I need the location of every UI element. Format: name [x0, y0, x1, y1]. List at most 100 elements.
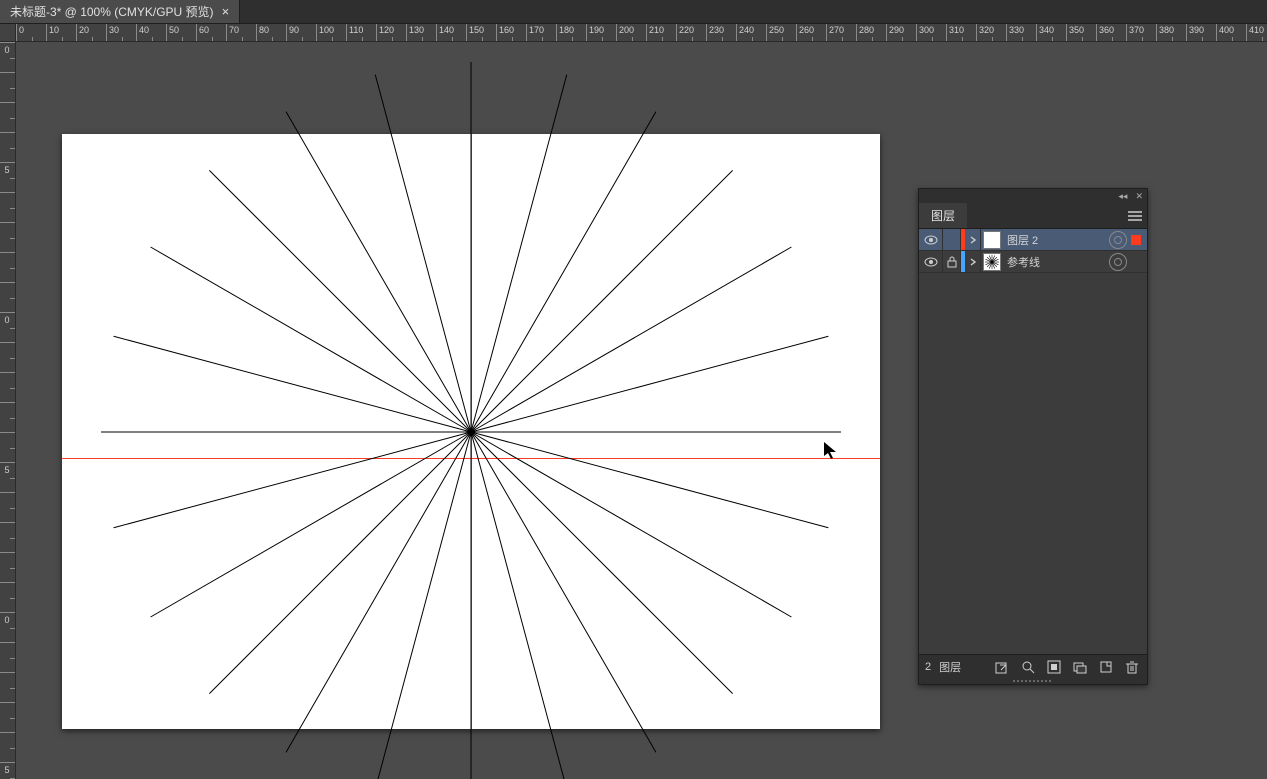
- ruler-tick: [0, 492, 15, 522]
- vertical-ruler[interactable]: 050505: [0, 42, 16, 779]
- ruler-tick: 230: [706, 24, 736, 42]
- ruler-tick: 20: [76, 24, 106, 42]
- ruler-tick: 290: [886, 24, 916, 42]
- ruler-tick: 370: [1126, 24, 1156, 42]
- panel-tab-row: 图层: [919, 203, 1147, 229]
- collapse-icon[interactable]: ◂◂: [1118, 191, 1127, 202]
- export-icon: [995, 660, 1009, 674]
- layer-name[interactable]: 图层 2: [1005, 232, 1109, 248]
- ruler-tick: 5: [0, 162, 15, 192]
- horizontal-ruler[interactable]: 0102030405060708090100110120130140150160…: [16, 24, 1267, 42]
- panel-status-bar: 2 图层: [919, 654, 1147, 678]
- trash-icon: [1125, 660, 1139, 674]
- sublayer-icon: [1073, 660, 1087, 674]
- ruler-tick: 190: [586, 24, 616, 42]
- ruler-tick: 220: [676, 24, 706, 42]
- target-icon[interactable]: [1109, 231, 1127, 249]
- ruler-tick: 10: [46, 24, 76, 42]
- document-tab[interactable]: 未标题-3* @ 100% (CMYK/GPU 预览) ×: [0, 0, 240, 23]
- panel-menu-button[interactable]: [1123, 203, 1147, 228]
- ruler-tick: 300: [916, 24, 946, 42]
- ruler-tick: 60: [196, 24, 226, 42]
- ruler-tick: 5: [0, 462, 15, 492]
- ruler-tick: 320: [976, 24, 1006, 42]
- layer-count-label: 图层: [939, 659, 961, 675]
- export-button[interactable]: [993, 658, 1011, 676]
- layer-row[interactable]: 图层 2: [919, 229, 1147, 251]
- ruler-tick: 90: [286, 24, 316, 42]
- panel-resize-grip[interactable]: [919, 678, 1147, 684]
- ruler-tick: 110: [346, 24, 376, 42]
- locate-button[interactable]: [1019, 658, 1037, 676]
- lock-toggle[interactable]: [943, 251, 961, 272]
- ruler-tick: [0, 192, 15, 222]
- disclosure-toggle[interactable]: [965, 229, 981, 250]
- ruler-tick: 380: [1156, 24, 1186, 42]
- ruler-tick: 180: [556, 24, 586, 42]
- ruler-tick: 240: [736, 24, 766, 42]
- ruler-tick: 280: [856, 24, 886, 42]
- layer-list[interactable]: 图层 2 参考线: [919, 229, 1147, 654]
- ruler-tick: 120: [376, 24, 406, 42]
- visibility-toggle[interactable]: [919, 251, 943, 272]
- ruler-tick: 340: [1036, 24, 1066, 42]
- layer-name[interactable]: 参考线: [1005, 254, 1109, 270]
- artwork-starburst[interactable]: [62, 134, 880, 729]
- ruler-tick: 40: [136, 24, 166, 42]
- ruler-tick: 210: [646, 24, 676, 42]
- disclosure-toggle[interactable]: [965, 251, 981, 272]
- ruler-tick: 200: [616, 24, 646, 42]
- lock-toggle[interactable]: [943, 229, 961, 250]
- ruler-tick: 350: [1066, 24, 1096, 42]
- target-icon[interactable]: [1109, 253, 1127, 271]
- new-layer-icon: [1099, 660, 1113, 674]
- delete-layer-button[interactable]: [1123, 658, 1141, 676]
- layer-thumbnail[interactable]: [983, 253, 1001, 271]
- ruler-tick: [0, 72, 15, 102]
- ruler-tick: [0, 522, 15, 552]
- ruler-tick: 410: [1246, 24, 1267, 42]
- selection-indicator[interactable]: [1131, 235, 1141, 245]
- ruler-tick: 50: [166, 24, 196, 42]
- ruler-tick: 130: [406, 24, 436, 42]
- ruler-tick: 310: [946, 24, 976, 42]
- ruler-origin-corner[interactable]: [0, 24, 16, 42]
- ruler-tick: 70: [226, 24, 256, 42]
- ruler-tick: 260: [796, 24, 826, 42]
- document-tab-bar: 未标题-3* @ 100% (CMYK/GPU 预览) ×: [0, 0, 1267, 24]
- ruler-tick: 140: [436, 24, 466, 42]
- visibility-toggle[interactable]: [919, 229, 943, 250]
- ruler-tick: [0, 642, 15, 672]
- selection-indicator[interactable]: [1131, 257, 1141, 267]
- ruler-tick: 100: [316, 24, 346, 42]
- layer-count: 2: [925, 661, 931, 673]
- ruler-tick: [0, 732, 15, 762]
- ruler-tick: 360: [1096, 24, 1126, 42]
- clip-mask-button[interactable]: [1045, 658, 1063, 676]
- panel-titlebar[interactable]: ◂◂ ✕: [919, 189, 1147, 203]
- ruler-tick: 250: [766, 24, 796, 42]
- ruler-tick: 160: [496, 24, 526, 42]
- ruler-tick: 0: [0, 42, 15, 72]
- close-icon[interactable]: ×: [222, 4, 230, 19]
- eye-icon: [924, 235, 938, 245]
- chevron-right-icon: [969, 236, 977, 244]
- tab-layers[interactable]: 图层: [919, 203, 967, 228]
- new-layer-button[interactable]: [1097, 658, 1115, 676]
- close-icon[interactable]: ✕: [1135, 191, 1143, 202]
- layer-thumbnail[interactable]: [983, 231, 1001, 249]
- ruler-tick: 0: [16, 24, 46, 42]
- lock-icon: [947, 256, 957, 268]
- ruler-tick: [0, 432, 15, 462]
- ruler-tick: 270: [826, 24, 856, 42]
- tab-layers-label: 图层: [931, 207, 955, 224]
- ruler-tick: [0, 282, 15, 312]
- layer-row[interactable]: 参考线: [919, 251, 1147, 273]
- ruler-tick: 390: [1186, 24, 1216, 42]
- ruler-tick: [0, 582, 15, 612]
- ruler-tick: [0, 132, 15, 162]
- artboard[interactable]: [62, 134, 880, 729]
- ruler-tick: [0, 702, 15, 732]
- new-sublayer-button[interactable]: [1071, 658, 1089, 676]
- ruler-tick: [0, 222, 15, 252]
